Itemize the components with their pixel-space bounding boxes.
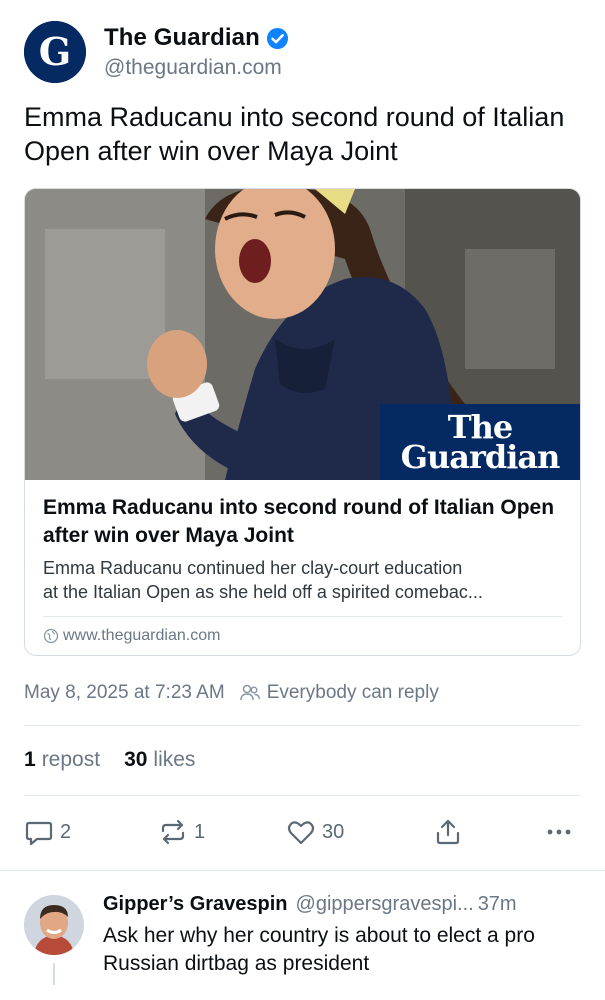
share-icon [436, 819, 460, 845]
post-actions: 2 1 30 [24, 814, 581, 850]
article-thumbnail: The Guardian [25, 189, 580, 480]
likes-count: 30 [124, 748, 148, 771]
like-button[interactable]: 30 [286, 814, 344, 850]
reposts-count: 1 [24, 748, 36, 771]
card-divider [43, 616, 562, 617]
reply-time: 37m [477, 893, 517, 915]
repost-button[interactable]: 1 [158, 814, 205, 850]
card-description-line2: at the Italian Open as she held off a sp… [43, 582, 483, 602]
like-count: 30 [322, 820, 345, 843]
svg-text:G: G [39, 29, 71, 74]
link-preview-card[interactable]: The Guardian Emma Raducanu into second r… [24, 188, 581, 656]
divider [24, 725, 581, 726]
verified-badge-icon [266, 27, 288, 49]
divider [24, 795, 581, 796]
card-title: Emma Raducanu into second round of Itali… [43, 496, 555, 547]
reply-author-handle[interactable]: @gippersgravespi... [296, 893, 474, 916]
more-dots-icon [547, 829, 571, 835]
repost-icon [161, 819, 185, 845]
guardian-logo-icon: G [24, 21, 86, 83]
reply-post[interactable]: Gipper’s Gravespin @gippersgravespi... 3… [0, 870, 605, 1000]
author-avatar[interactable]: G [24, 21, 86, 83]
likes-label: likes [153, 748, 196, 771]
likes-stat[interactable]: 30 likes [124, 748, 195, 772]
globe-icon [43, 628, 59, 644]
share-button[interactable] [433, 814, 463, 850]
repost-count: 1 [194, 820, 206, 843]
reposts-stat[interactable]: 1 repost [24, 748, 100, 772]
reply-avatar[interactable] [24, 895, 84, 955]
reply-count: 2 [60, 820, 72, 843]
heart-icon [287, 821, 315, 845]
more-options-button[interactable] [544, 814, 574, 850]
post-stats: 1 repost 30 likes [24, 748, 195, 772]
reply-avatar-image [24, 895, 84, 955]
thread-line [53, 963, 55, 985]
post-text: Emma Raducanu into second round of Itali… [24, 102, 565, 166]
reposts-label: repost [41, 748, 101, 771]
reply-setting: Everybody can reply [239, 682, 439, 704]
post-header: G The Guardian @theguardian.com [24, 20, 289, 84]
reply-author-name[interactable]: Gipper’s Gravespin [103, 893, 288, 916]
guardian-brand-logo: The Guardian [380, 404, 580, 480]
post-meta: May 8, 2025 at 7:23 AM Everybody can rep… [24, 682, 439, 704]
reply-text: Ask her why her country is about to elec… [103, 924, 535, 975]
card-domain: www.theguardian.com [43, 627, 562, 645]
reply-setting-label: Everybody can reply [266, 682, 439, 703]
post-timestamp: May 8, 2025 at 7:23 AM [24, 682, 225, 703]
reply-button[interactable]: 2 [24, 814, 71, 850]
card-description: Emma Raducanu continued her clay-court e… [43, 558, 463, 578]
author-name[interactable]: The Guardian [104, 24, 260, 52]
people-icon [239, 684, 260, 701]
card-domain-text: www.theguardian.com [63, 627, 221, 644]
author-handle[interactable]: @theguardian.com [104, 56, 289, 80]
reply-bubble-icon [25, 821, 53, 846]
